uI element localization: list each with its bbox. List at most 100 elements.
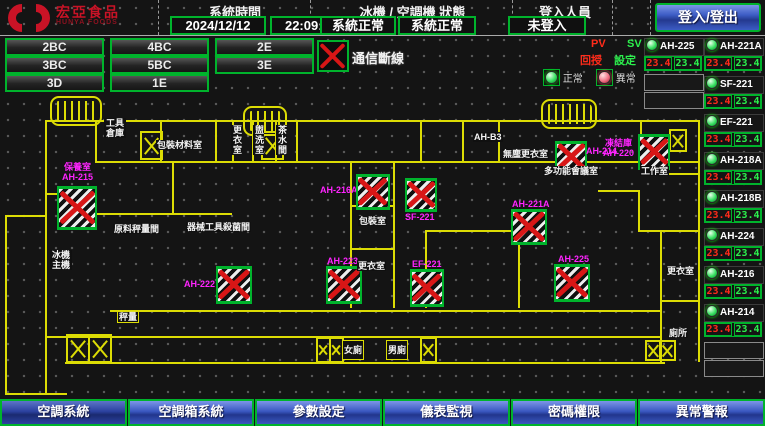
sv-value: 23.4: [734, 285, 761, 298]
legend-abnormal: 異常: [596, 69, 636, 86]
wall-segment: [45, 120, 700, 122]
unit-values-ah214: 23.423.4: [704, 322, 762, 337]
empty-slot: [704, 342, 764, 359]
room-label: 包裝室: [358, 216, 387, 226]
wall-segment: [640, 230, 698, 232]
login-logout-button[interactable]: 登入/登出: [655, 3, 761, 32]
unit-row-ah218a[interactable]: AH-218A: [704, 152, 764, 170]
unit-name: AH-221A: [720, 41, 762, 52]
nav-meter-monitor[interactable]: 儀表監視: [383, 399, 510, 426]
ahu-marker-ah225[interactable]: [554, 264, 590, 302]
wall-segment: [296, 120, 298, 163]
bottom-navigation: 空調系統 空調箱系統 參數設定 儀表監視 密碼權限 異常警報: [0, 399, 765, 426]
unit-row-ah221a[interactable]: AH-221A: [704, 38, 764, 56]
unit-label-ah216a: AH-216A: [320, 185, 358, 195]
wall-segment: [698, 120, 700, 362]
header-separator: [650, 0, 651, 35]
wall-segment: [352, 248, 393, 250]
floor-button-3bc[interactable]: 3BC: [5, 56, 104, 74]
pv-value: 23.4: [705, 247, 732, 260]
wall-segment: [110, 310, 660, 312]
unit-row-ah218b[interactable]: AH-218B: [704, 190, 764, 208]
pv-value: 23.4: [705, 133, 732, 146]
wall-segment: [5, 215, 7, 395]
unit-row-sf221[interactable]: SF-221: [704, 76, 764, 94]
legend-pv-label: PV: [591, 38, 606, 50]
wall-segment: [95, 161, 700, 163]
unit-row-ah225[interactable]: AH-225: [644, 38, 704, 56]
comm-offline-label: 通信斷線: [352, 48, 404, 67]
room-label: 工作室: [640, 166, 669, 176]
ahu-marker-ah221a[interactable]: [511, 209, 547, 245]
shaft-icon: [420, 337, 437, 363]
floor-button-4bc[interactable]: 4BC: [110, 38, 209, 56]
shaft-icon: [88, 334, 112, 363]
unit-row-ef221[interactable]: EF-221: [704, 114, 764, 132]
sv-value: 23.4: [734, 323, 761, 336]
ahu-marker-ah223[interactable]: [326, 266, 362, 304]
room-label: 原料秤量間: [113, 224, 160, 234]
hmi-screen: 宏亞食品 HUNYA FOODS 系統時間 2024/12/12 22:09:5…: [0, 0, 765, 426]
floor-button-1e[interactable]: 1E: [110, 74, 209, 92]
unit-label-ah225: AH-225: [558, 254, 589, 264]
ahu-status-value: 系統正常: [398, 16, 476, 35]
unit-name: AH-225: [660, 41, 694, 52]
ahu-marker-sf221[interactable]: [405, 178, 437, 212]
sv-value: 23.4: [734, 171, 761, 184]
sv-value: 23.4: [734, 133, 761, 146]
unit-label-ah223: AH-223: [327, 256, 358, 266]
unit-led-icon: [646, 39, 658, 51]
unit-row-ah214[interactable]: AH-214: [704, 304, 764, 322]
room-label: 茶水間: [276, 125, 287, 155]
sv-value: 23.4: [734, 247, 761, 260]
normal-led-icon: [543, 69, 560, 86]
floor-button-5bc[interactable]: 5BC: [110, 56, 209, 74]
room-label: AH-B3: [473, 132, 503, 142]
nav-hvac-system[interactable]: 空調系統: [0, 399, 127, 426]
system-date-value: 2024/12/12: [170, 16, 266, 35]
room-label: 器械工具殺菌間: [186, 222, 251, 232]
stairs-icon: [50, 96, 102, 126]
pv-value: 23.4: [705, 95, 732, 108]
unit-row-ah224[interactable]: AH-224: [704, 228, 764, 246]
wall-segment: [215, 120, 217, 163]
wall-segment: [638, 190, 640, 232]
header-separator: [612, 0, 613, 35]
room-label: 更衣室: [357, 261, 386, 271]
legend-setpoint-label: 設定: [614, 52, 636, 68]
floor-button-3d[interactable]: 3D: [5, 74, 104, 92]
unit-row-ah216[interactable]: AH-216: [704, 266, 764, 284]
unit-label-ah215: 保養室 AH-215: [62, 162, 93, 182]
wall-segment: [660, 300, 698, 302]
unit-led-icon: [706, 267, 718, 279]
floor-button-2e[interactable]: 2E: [215, 38, 314, 56]
sv-value: 23.4: [734, 95, 761, 108]
nav-parameter-settings[interactable]: 參數設定: [255, 399, 382, 426]
ahu-marker-ah216a[interactable]: [356, 174, 390, 210]
comm-offline-icon: [317, 40, 349, 72]
unit-led-icon: [706, 153, 718, 165]
ahu-marker-ef221[interactable]: [410, 269, 444, 307]
room-label: 更衣室: [666, 266, 695, 276]
room-label: 男廁: [386, 340, 408, 360]
legend-normal-label: 正常: [563, 74, 583, 85]
pv-value: 23.4: [705, 209, 732, 222]
unit-name: SF-221: [720, 79, 753, 90]
nav-ahu-system[interactable]: 空調箱系統: [128, 399, 255, 426]
room-label: 秤量: [117, 311, 139, 323]
floor-button-2bc[interactable]: 2BC: [5, 38, 104, 56]
nav-password-authority[interactable]: 密碼權限: [511, 399, 638, 426]
brand-name: 宏亞食品: [56, 5, 120, 19]
nav-abnormal-alarm[interactable]: 異常警報: [638, 399, 765, 426]
stairs-icon: [541, 99, 597, 129]
ahu-marker-ah222[interactable]: [216, 266, 252, 304]
unit-label-sf221: SF-221: [405, 212, 435, 222]
header-divider: [0, 35, 765, 36]
ahu-marker-ah220[interactable]: [638, 134, 670, 170]
unit-label-ah220: 凍結庫 AH-220: [603, 138, 634, 158]
floor-button-3e[interactable]: 3E: [215, 56, 314, 74]
wall-segment: [95, 213, 232, 215]
ahu-marker-ah215[interactable]: [57, 186, 97, 230]
unit-led-icon: [706, 39, 718, 51]
wall-segment: [65, 362, 665, 364]
